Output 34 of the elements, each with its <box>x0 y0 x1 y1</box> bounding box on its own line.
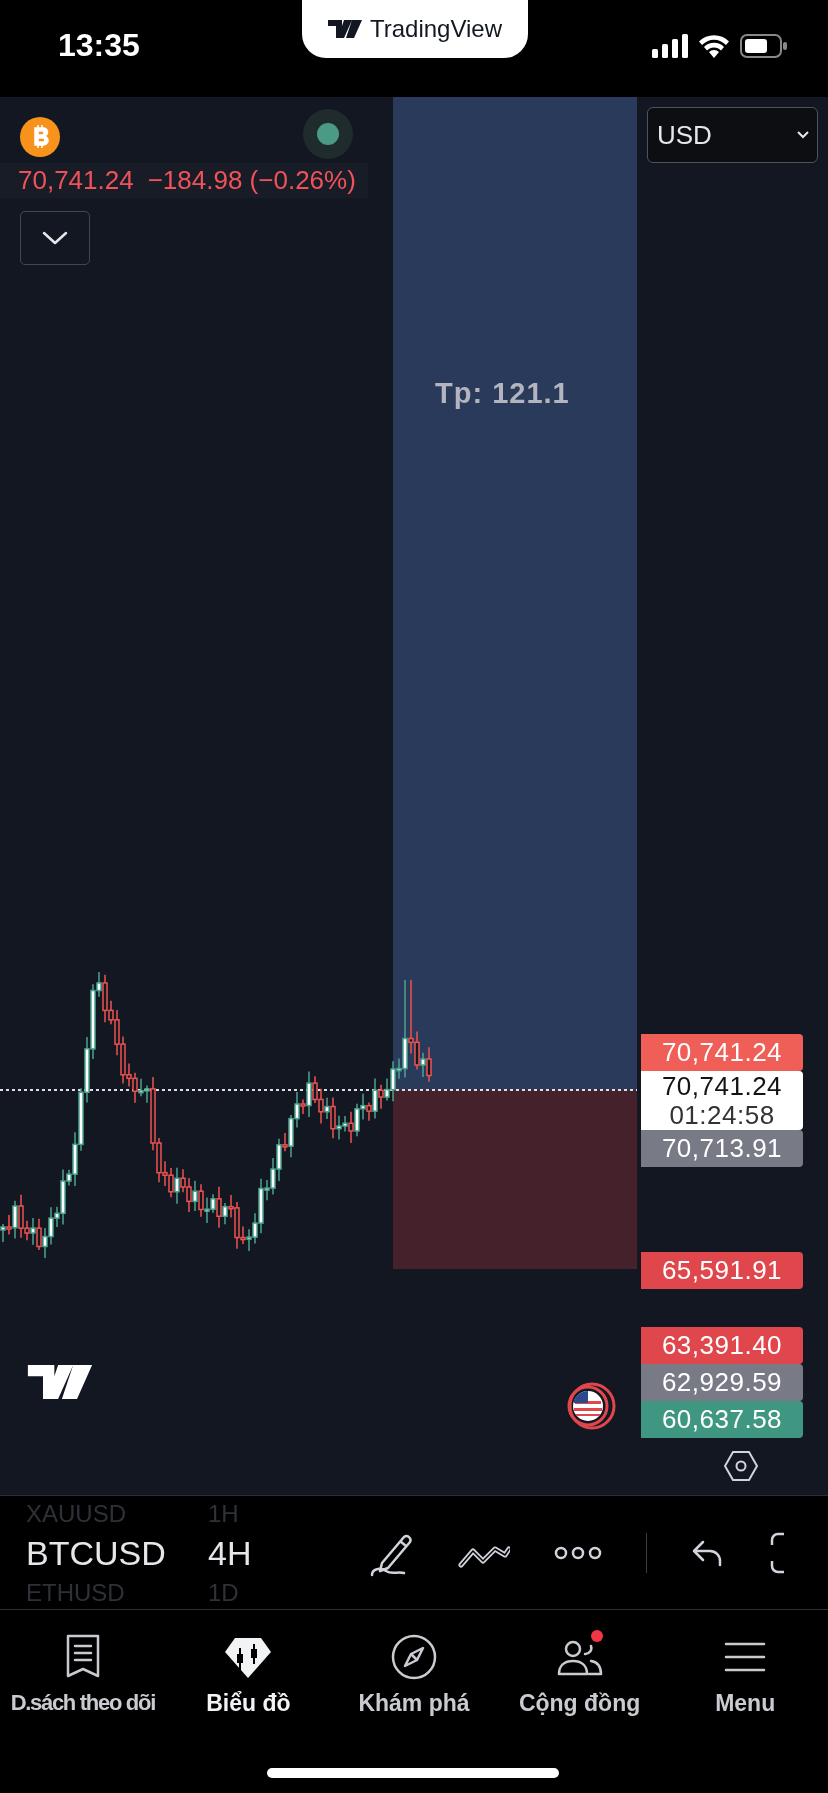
tab[interactable]: Menu <box>662 1610 828 1793</box>
wifi-icon <box>698 33 730 58</box>
status-time: 13:35 <box>58 27 140 64</box>
tab[interactable]: Biểu đồ <box>165 1610 332 1793</box>
logo-icon <box>327 20 362 38</box>
battery-icon <box>740 33 788 58</box>
app-banner: TradingView <box>302 0 528 58</box>
chevron-down-icon <box>42 231 68 245</box>
price-change: −184.98 (−0.26%) <box>147 165 356 196</box>
interval-option[interactable]: 4H <box>208 1528 252 1577</box>
signal-icon <box>652 33 688 58</box>
price-label: 65,591.91 <box>641 1252 803 1289</box>
price-label: 62,929.59 <box>641 1364 803 1401</box>
flag-icon[interactable] <box>566 1381 616 1431</box>
countdown: 01:24:58 <box>669 1100 775 1130</box>
currency-select[interactable]: USD <box>647 107 818 163</box>
last-price: 70,741.24 <box>18 165 134 196</box>
price-label: 70,741.24 <box>641 1034 803 1071</box>
settings-icon[interactable] <box>724 1450 758 1482</box>
compass-icon <box>389 1632 439 1682</box>
price-label: 70,713.91 <box>641 1130 803 1167</box>
price-label: 63,391.40 <box>641 1327 803 1364</box>
symbol-option[interactable]: BTCUSD <box>26 1528 166 1577</box>
tab[interactable]: D.sách theo dõi <box>0 1610 166 1793</box>
price-value: 70,741.24 <box>661 1071 783 1101</box>
bitcoin-icon <box>20 117 60 157</box>
tradingview-logo <box>25 1365 95 1399</box>
tab[interactable]: Cộng đồng <box>496 1610 663 1793</box>
more-icon[interactable] <box>554 1545 602 1560</box>
take-profit-label: Tp: 121.1 <box>435 377 570 410</box>
expand-button[interactable] <box>20 211 90 265</box>
price-label: 60,637.58 <box>641 1401 803 1438</box>
tab[interactable]: Khám phá <box>331 1610 497 1793</box>
chevron-down-icon <box>797 131 809 139</box>
